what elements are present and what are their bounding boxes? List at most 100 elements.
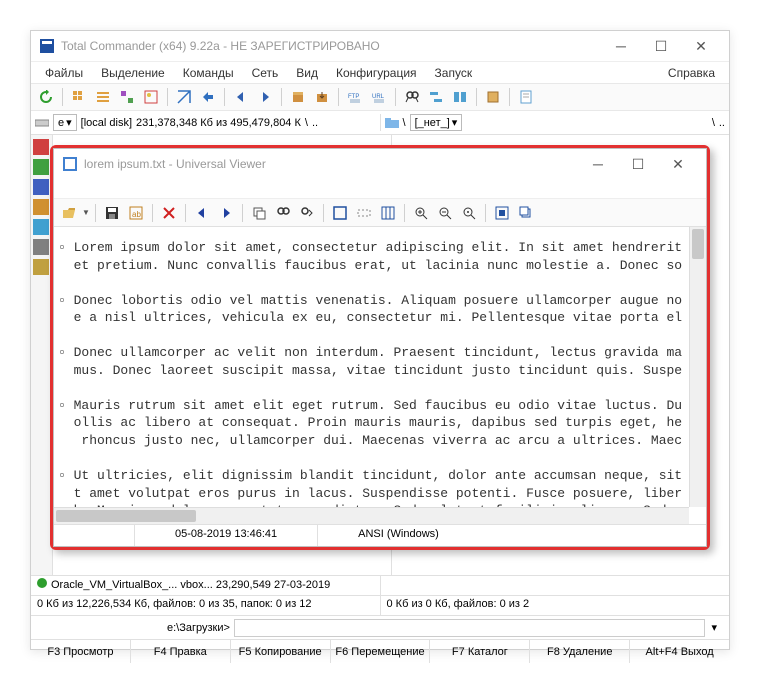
view-thumbs-icon[interactable] — [140, 86, 162, 108]
back-icon[interactable] — [230, 86, 252, 108]
tc-toolbar: FTP URL — [31, 83, 729, 111]
ftp-url-icon[interactable]: URL — [368, 86, 390, 108]
zoom-in-icon[interactable] — [410, 202, 432, 224]
horizontal-scrollbar[interactable] — [54, 507, 689, 524]
command-prompt-label: e:\Загрузки> — [167, 622, 234, 634]
drive-up-button-r[interactable]: .. — [719, 117, 725, 129]
fkey-f4[interactable]: F4 Правка — [131, 640, 231, 663]
view-list-icon[interactable] — [92, 86, 114, 108]
status-right: 0 Кб из 0 Кб, файлов: 0 из 2 — [381, 596, 730, 615]
command-input[interactable] — [234, 619, 706, 637]
menu-commands[interactable]: Команды — [175, 64, 242, 82]
drive-row: e▾ [local disk] 231,378,348 Кб из 495,47… — [31, 111, 729, 135]
drive-root-button[interactable]: \ — [305, 117, 308, 129]
status-left: 0 Кб из 12,226,534 Кб, файлов: 0 из 35, … — [31, 596, 381, 615]
fkey-f8[interactable]: F8 Удаление — [530, 640, 630, 663]
uv-title-text: lorem ipsum.txt - Universal Viewer — [84, 157, 578, 171]
uv-statusbar: 05-08-2019 13:46:41 ANSI (Windows) — [54, 524, 706, 546]
copy-icon[interactable] — [248, 202, 270, 224]
menu-files[interactable]: Файлы — [37, 64, 91, 82]
menu-run[interactable]: Запуск — [427, 64, 481, 82]
unpack-icon[interactable] — [311, 86, 333, 108]
tc-window-controls: ─ ☐ ✕ — [601, 32, 721, 60]
fit-height-icon[interactable] — [377, 202, 399, 224]
view-brief-icon[interactable] — [68, 86, 90, 108]
tc-app-icon — [39, 38, 55, 54]
status-row: 0 Кб из 12,226,534 Кб, файлов: 0 из 35, … — [31, 595, 729, 615]
sync-icon[interactable] — [449, 86, 471, 108]
save-icon[interactable] — [101, 202, 123, 224]
pack-icon[interactable] — [287, 86, 309, 108]
svg-text:ab: ab — [132, 210, 141, 219]
find-icon[interactable] — [272, 202, 294, 224]
close-button[interactable]: ✕ — [681, 32, 721, 60]
invert-icon[interactable] — [173, 86, 195, 108]
drive-up-button[interactable]: .. — [312, 117, 318, 129]
uv-toolbar: ▼ ab — [54, 199, 706, 227]
vbar-icon[interactable] — [33, 219, 49, 235]
minimize-button[interactable]: ─ — [601, 32, 641, 60]
next-file-icon[interactable] — [215, 202, 237, 224]
status-empty — [54, 525, 135, 546]
fkey-f3[interactable]: F3 Просмотр — [31, 640, 131, 663]
maximize-button[interactable]: ☐ — [618, 150, 658, 178]
open-icon[interactable] — [58, 202, 80, 224]
goto-icon[interactable] — [197, 86, 219, 108]
uv-app-icon — [62, 156, 78, 172]
menu-selection[interactable]: Выделение — [93, 64, 173, 82]
delete-icon[interactable] — [158, 202, 180, 224]
fullscreen-icon[interactable] — [491, 202, 513, 224]
file-info-right — [381, 576, 730, 595]
drive-selector-left[interactable]: e▾ — [53, 114, 77, 131]
fit-width-icon[interactable] — [353, 202, 375, 224]
vbar-icon[interactable] — [33, 139, 49, 155]
drive-hdd-icon — [35, 118, 49, 128]
refresh-icon[interactable] — [35, 86, 57, 108]
drive-root-button-r[interactable]: \ — [712, 117, 715, 129]
command-dropdown-icon[interactable]: ▾ — [705, 621, 723, 634]
file-info-left: Oracle_VM_VirtualBox_... vbox... 23,290,… — [31, 576, 381, 595]
command-row: e:\Загрузки> ▾ — [31, 615, 729, 639]
select-all-icon[interactable]: ab — [125, 202, 147, 224]
fkey-f5[interactable]: F5 Копирование — [231, 640, 331, 663]
drive-selector-right[interactable]: [_нет_]▾ — [410, 114, 463, 131]
minimize-button[interactable]: ─ — [578, 150, 618, 178]
vbar-icon[interactable] — [33, 199, 49, 215]
menu-config[interactable]: Конфигурация — [328, 64, 425, 82]
uv-menubar[interactable] — [54, 179, 706, 199]
drive-root-right[interactable]: \ — [403, 117, 406, 129]
copy-names-icon[interactable] — [482, 86, 504, 108]
status-encoding: ANSI (Windows) — [318, 525, 706, 546]
fkey-f6[interactable]: F6 Перемещение — [331, 640, 431, 663]
uv-window-controls: ─ ☐ ✕ — [578, 150, 698, 178]
ftp-connect-icon[interactable]: FTP — [344, 86, 366, 108]
close-button[interactable]: ✕ — [658, 150, 698, 178]
menu-net[interactable]: Сеть — [244, 64, 287, 82]
maximize-button[interactable]: ☐ — [641, 32, 681, 60]
zoom-out-icon[interactable] — [434, 202, 456, 224]
vbar-icon[interactable] — [33, 259, 49, 275]
notepad-icon[interactable] — [515, 86, 537, 108]
drive-folder-icon — [385, 117, 399, 129]
on-top-icon[interactable] — [515, 202, 537, 224]
vbar-icon[interactable] — [33, 239, 49, 255]
uv-text-area[interactable]: ▫ Lorem ipsum dolor sit amet, consectetu… — [54, 227, 706, 524]
prev-file-icon[interactable] — [191, 202, 213, 224]
vbar-icon[interactable] — [33, 159, 49, 175]
fit-window-icon[interactable] — [329, 202, 351, 224]
zoom-actual-icon[interactable] — [458, 202, 480, 224]
vbar-icon[interactable] — [33, 179, 49, 195]
open-dropdown-icon[interactable]: ▼ — [82, 208, 90, 217]
tc-titlebar: Total Commander (x64) 9.22a - НЕ ЗАРЕГИС… — [31, 31, 729, 61]
forward-icon[interactable] — [254, 86, 276, 108]
menu-help[interactable]: Справка — [660, 64, 723, 82]
find-next-icon[interactable] — [296, 202, 318, 224]
drive-label: [local disk] — [81, 117, 132, 129]
multirename-icon[interactable] — [425, 86, 447, 108]
menu-view[interactable]: Вид — [288, 64, 326, 82]
vertical-scrollbar[interactable] — [689, 227, 706, 507]
view-tree-icon[interactable] — [116, 86, 138, 108]
fkey-f7[interactable]: F7 Каталог — [430, 640, 530, 663]
fkey-altf4[interactable]: Alt+F4 Выход — [630, 640, 729, 663]
search-icon[interactable] — [401, 86, 423, 108]
